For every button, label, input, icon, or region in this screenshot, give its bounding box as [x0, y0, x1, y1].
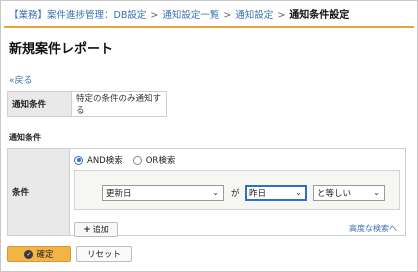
field-select[interactable]: 更新日 ⌄	[102, 185, 224, 201]
back-link[interactable]: «戻る	[9, 73, 33, 86]
condition-row-label: 条件	[8, 149, 70, 235]
breadcrumb-divider	[4, 26, 414, 28]
condition-panel: 条件 AND検索 OR検索 更新日 ⌄ が 昨日 ⌄ と等しい ⌄ + 追加 高…	[7, 148, 406, 237]
reset-button[interactable]: リセット	[76, 246, 132, 262]
breadcrumb-current: 通知条件設定	[289, 10, 350, 21]
breadcrumb-separator: >	[223, 10, 232, 21]
confirm-label: 確定	[36, 250, 54, 260]
page-title: 新規案件レポート	[9, 42, 114, 57]
confirm-button[interactable]: ✓ 確定	[7, 246, 71, 262]
radio-and[interactable]	[74, 155, 83, 165]
search-mode-radios: AND検索 OR検索	[74, 154, 181, 166]
value-select[interactable]: 昨日 ⌄	[245, 185, 307, 201]
operator-select-value: と等しい	[317, 189, 352, 199]
field-select-value: 更新日	[106, 189, 132, 199]
breadcrumb-item-notification-list[interactable]: 通知設定一覧	[162, 10, 219, 21]
chevron-down-icon: ⌄	[373, 188, 380, 197]
advanced-search-link[interactable]: 高度な検索へ	[349, 223, 397, 234]
notification-condition-table: 通知条件 特定の条件のみ通知する	[7, 91, 167, 117]
add-condition-label: 追加	[92, 225, 109, 234]
add-condition-button[interactable]: + 追加	[74, 222, 118, 237]
breadcrumb: 【業務】案件進捗管理：DB設定 > 通知設定一覧 > 通知設定 > 通知条件設定	[9, 8, 414, 24]
condition-row: 更新日 ⌄ が 昨日 ⌄ と等しい ⌄	[74, 170, 400, 210]
radio-or[interactable]	[132, 155, 142, 165]
radio-or-label[interactable]: OR検索	[146, 154, 176, 166]
operator-select[interactable]: と等しい ⌄	[313, 185, 385, 201]
check-icon: ✓	[24, 249, 34, 259]
section-heading-conditions: 通知条件	[9, 133, 41, 142]
plus-icon: +	[83, 224, 91, 235]
notification-condition-label: 通知条件	[7, 91, 72, 117]
condition-particle: が	[231, 189, 240, 199]
notification-condition-value: 特定の条件のみ通知する	[71, 91, 167, 117]
breadcrumb-item-db-settings[interactable]: 【業務】案件進捗管理：DB設定	[9, 10, 146, 21]
breadcrumb-separator: >	[150, 10, 159, 21]
breadcrumb-item-notification-settings[interactable]: 通知設定	[235, 10, 273, 21]
chevron-down-icon: ⌄	[295, 188, 302, 197]
radio-and-label[interactable]: AND検索	[87, 154, 123, 166]
breadcrumb-separator: >	[277, 10, 286, 21]
value-select-value: 昨日	[249, 189, 267, 199]
chevron-down-icon: ⌄	[212, 188, 219, 197]
